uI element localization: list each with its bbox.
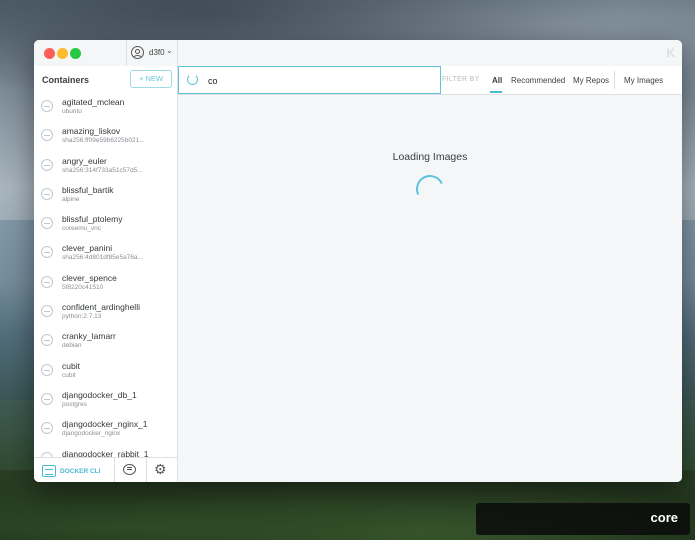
containers-sidebar: Containers + NEW agitated_mclean ubuntu a… <box>34 66 178 482</box>
image-search-box[interactable] <box>178 66 441 94</box>
stopped-status-icon <box>41 363 53 376</box>
container-name: clever_spence <box>62 272 117 283</box>
container-image: cubit <box>62 371 76 379</box>
filter-by-label: FILTER BY <box>442 76 480 83</box>
stopped-status-icon <box>41 275 53 288</box>
stopped-status-icon <box>41 217 53 230</box>
search-filter-bar: FILTER BY All Recommended My Repos My Im… <box>178 66 682 95</box>
stopped-status-icon <box>41 100 53 112</box>
container-image: python:2.7.13 <box>62 313 102 321</box>
container-item[interactable]: agitated_mclean ubuntu <box>34 92 177 121</box>
container-name: agitated_mclean <box>62 97 125 107</box>
container-image: coreemu_vnc <box>62 225 102 233</box>
search-loading-spinner-icon <box>187 74 198 85</box>
container-image: sha256:4d801df85e5a76a... <box>62 254 143 262</box>
container-image: alpine <box>62 195 80 203</box>
images-panel: Loading Images <box>178 95 682 482</box>
container-name: blissful_bartik <box>62 184 114 195</box>
container-item[interactable]: djangodocker_nginx_1 djangodocker_nginx <box>34 414 177 443</box>
gear-icon[interactable]: ⚙ <box>154 461 167 477</box>
container-image: sha256:314f733a51c57d5... <box>62 166 143 174</box>
container-item[interactable]: angry_euler sha256:314f733a51c57d5... <box>34 151 177 180</box>
caption-text: core <box>650 510 678 525</box>
stopped-status-icon <box>41 158 53 171</box>
new-container-button[interactable]: + NEW <box>130 70 172 88</box>
docker-cli-icon <box>42 465 56 477</box>
stopped-status-icon <box>41 334 53 347</box>
stopped-status-icon <box>41 422 53 435</box>
docker-cli-button[interactable]: DOCKER CLI <box>42 464 100 478</box>
container-image: djangodocker_nginx <box>62 430 121 438</box>
container-name: angry_euler <box>62 155 107 166</box>
container-name: djangodocker_db_1 <box>62 389 137 400</box>
close-window-button[interactable] <box>44 48 55 59</box>
container-item[interactable]: clever_panini sha256:4d801df85e5a76a... <box>34 238 177 267</box>
sidebar-footer: DOCKER CLI ⚙ <box>34 457 177 482</box>
keystroke-caption-overlay: core <box>476 503 690 535</box>
container-name: confident_ardinghelli <box>62 302 140 313</box>
footer-divider-2 <box>146 458 147 482</box>
filter-my-images[interactable]: My Images <box>624 76 663 85</box>
minimize-window-button[interactable] <box>57 48 68 59</box>
container-item[interactable]: amazing_liskov sha256:ff09e59b6225b021... <box>34 121 177 150</box>
chevron-down-icon[interactable]: ⌄ <box>166 46 173 55</box>
footer-divider <box>114 458 115 482</box>
container-image: postgres <box>62 400 87 408</box>
loading-images-text: Loading Images <box>392 151 468 163</box>
stopped-status-icon <box>41 305 53 318</box>
filter-recommended[interactable]: Recommended <box>511 76 565 85</box>
stopped-status-icon <box>41 246 53 259</box>
user-avatar-icon[interactable] <box>131 46 144 59</box>
container-name: cubit <box>62 360 80 371</box>
kitematic-logo: K <box>666 46 675 60</box>
container-item[interactable]: clever_spence 5f8220c41510 <box>34 268 177 297</box>
container-item[interactable]: cubit cubit <box>34 356 177 385</box>
container-image: sha256:ff09e59b6225b021... <box>62 137 145 145</box>
filter-my-repos[interactable]: My Repos <box>573 76 609 85</box>
active-filter-underline <box>490 91 502 93</box>
container-item[interactable]: confident_ardinghelli python:2.7.13 <box>34 297 177 326</box>
container-name: cranky_lamarr <box>62 331 116 342</box>
sidebar-title: Containers <box>42 75 90 85</box>
filter-divider <box>614 71 615 89</box>
container-item[interactable]: djangodocker_db_1 postgres <box>34 385 177 414</box>
container-name: djangodocker_rabbit_1 <box>62 448 149 457</box>
container-list[interactable]: agitated_mclean ubuntu amazing_liskov sha2… <box>34 92 177 457</box>
docker-cli-label: DOCKER CLI <box>60 467 101 475</box>
container-name: clever_panini <box>62 243 113 254</box>
container-name: amazing_liskov <box>62 126 121 137</box>
container-image: 5f8220c41510 <box>62 283 104 291</box>
container-image: debian <box>62 342 82 350</box>
stopped-status-icon <box>41 187 53 200</box>
chat-feedback-icon[interactable] <box>123 464 136 475</box>
container-item[interactable]: blissful_ptolemy coreemu_vnc <box>34 209 177 238</box>
container-image: ubuntu <box>62 108 82 115</box>
kitematic-window: d3f0 ⌄ K Containers + NEW agitated_mclea… <box>34 40 682 482</box>
container-name: djangodocker_nginx_1 <box>62 419 148 430</box>
titlebar-divider <box>126 40 127 66</box>
container-item[interactable]: djangodocker_rabbit_1 <box>34 444 177 457</box>
search-input[interactable] <box>206 72 430 90</box>
loading-spinner-icon <box>412 171 448 207</box>
title-bar: d3f0 ⌄ K <box>34 40 682 67</box>
filter-all[interactable]: All <box>492 76 502 85</box>
container-item[interactable]: blissful_bartik alpine <box>34 180 177 209</box>
zoom-window-button[interactable] <box>70 48 81 59</box>
username-label[interactable]: d3f0 <box>149 48 165 57</box>
container-item[interactable]: cranky_lamarr debian <box>34 326 177 355</box>
stopped-status-icon <box>41 129 53 142</box>
container-name: blissful_ptolemy <box>62 214 123 225</box>
titlebar-divider-2 <box>177 40 178 66</box>
stopped-status-icon <box>41 392 53 405</box>
